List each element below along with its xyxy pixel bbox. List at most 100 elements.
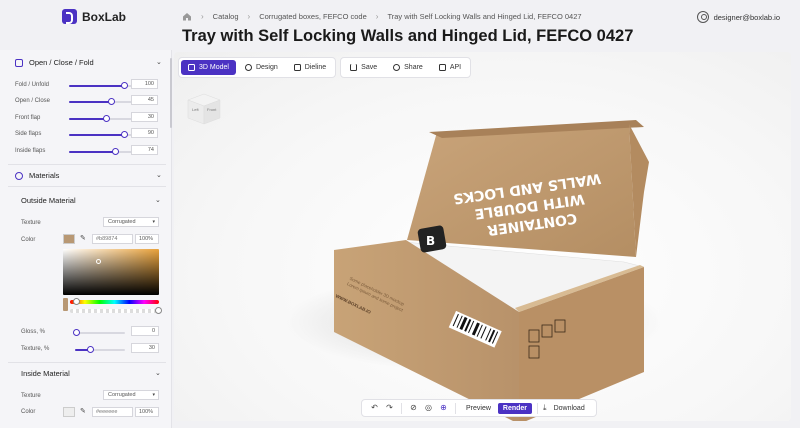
slider-thumb[interactable] bbox=[87, 346, 94, 353]
slider-front-flap: Front flap 30 bbox=[15, 112, 165, 124]
slider-value[interactable]: 30 bbox=[131, 343, 159, 353]
color-picker-handle[interactable] bbox=[96, 259, 101, 264]
outside-texture-select[interactable]: Corrugated ▾ bbox=[103, 217, 159, 227]
inside-color-label: Color bbox=[21, 409, 36, 415]
outside-color-opacity-input[interactable]: 100% bbox=[135, 234, 159, 244]
slider-track[interactable] bbox=[69, 82, 139, 89]
render-toolbar: ↶ ↷ ⊘ ◎ ⊕ Preview Render ⤓ Download bbox=[361, 399, 597, 417]
slider-thumb[interactable] bbox=[112, 148, 119, 155]
select-value: Corrugated bbox=[108, 392, 136, 398]
slider-label: Open / Close bbox=[15, 98, 51, 104]
download-icon[interactable]: ⤓ bbox=[543, 403, 547, 413]
slider-track[interactable] bbox=[75, 346, 125, 353]
slider-thumb[interactable] bbox=[108, 98, 115, 105]
caret-down-icon: ▾ bbox=[152, 219, 155, 225]
3d-viewport[interactable]: 3D Model Design Dieline Save Share API L… bbox=[174, 52, 791, 421]
section-materials-header[interactable]: Materials ⌄ bbox=[15, 171, 162, 180]
cube-icon bbox=[15, 58, 23, 67]
section-fold-title: Open / Close / Fold bbox=[29, 58, 94, 67]
slider-label: Front flap bbox=[15, 115, 41, 121]
sidebar-scrollbar[interactable] bbox=[170, 58, 172, 128]
slider-side-flaps: Side flaps 90 bbox=[15, 128, 165, 140]
chevron-right-icon: › bbox=[247, 12, 251, 21]
chevron-down-icon: ⌄ bbox=[155, 370, 161, 377]
inside-material-header[interactable]: Inside Material ⌄ bbox=[21, 369, 161, 378]
chevron-down-icon: ⌄ bbox=[156, 172, 162, 179]
redo-icon[interactable]: ↷ bbox=[383, 402, 396, 414]
inside-color-hex-input[interactable]: #eeeeee bbox=[92, 407, 133, 417]
separator bbox=[401, 402, 402, 414]
render-button[interactable]: Render bbox=[497, 402, 533, 414]
slider-texture-pct: Texture, % 30 bbox=[21, 343, 171, 355]
breadcrumb-item-catalog[interactable]: Catalog bbox=[213, 12, 239, 21]
slider-thumb[interactable] bbox=[121, 82, 128, 89]
user-icon bbox=[696, 11, 709, 23]
box-logo-mark: B bbox=[426, 234, 435, 248]
breadcrumb-item-current: Tray with Self Locking Walls and Hinged … bbox=[387, 12, 582, 21]
section-fold-header[interactable]: Open / Close / Fold ⌄ bbox=[15, 58, 162, 67]
alpha-slider[interactable] bbox=[70, 307, 162, 314]
slider-thumb[interactable] bbox=[73, 329, 80, 336]
slider-label: Fold / Unfold bbox=[15, 82, 50, 88]
slider-value[interactable]: 30 bbox=[131, 112, 158, 122]
slider-value[interactable]: 45 bbox=[131, 95, 158, 105]
outside-color-hex-input[interactable]: #b89874 bbox=[92, 234, 133, 244]
separator bbox=[537, 402, 539, 414]
slider-label: Side flaps bbox=[15, 131, 42, 137]
slider-label: Gloss, % bbox=[21, 329, 46, 335]
chevron-right-icon: › bbox=[201, 12, 204, 21]
target-icon[interactable]: ◎ bbox=[422, 402, 435, 414]
slider-track[interactable] bbox=[69, 148, 139, 155]
user-email: designer@boxlab.io bbox=[713, 12, 780, 22]
inside-color-opacity-input[interactable]: 100% bbox=[135, 407, 159, 417]
slider-track[interactable] bbox=[69, 98, 139, 105]
user-menu[interactable]: designer@boxlab.io bbox=[696, 11, 780, 23]
slider-value[interactable]: 0 bbox=[131, 326, 159, 336]
outside-texture-label: Texture bbox=[21, 220, 41, 226]
outside-material-header[interactable]: Outside Material ⌄ bbox=[21, 196, 161, 205]
slider-value[interactable]: 74 bbox=[131, 145, 158, 155]
chevron-down-icon: ⌄ bbox=[155, 197, 161, 204]
inside-material-title: Inside Material bbox=[21, 369, 70, 378]
caret-down-icon: ▾ bbox=[152, 392, 155, 398]
download-button[interactable]: Download bbox=[549, 403, 590, 414]
inside-texture-select[interactable]: Corrugated ▾ bbox=[103, 390, 159, 400]
eyedropper-icon[interactable]: ✎ bbox=[80, 407, 86, 415]
slider-open-close: Open / Close 45 bbox=[15, 95, 165, 107]
globe-icon[interactable]: ⊕ bbox=[437, 402, 450, 414]
outside-color-label: Color bbox=[21, 237, 36, 243]
slider-value[interactable]: 100 bbox=[131, 79, 158, 89]
slider-track[interactable] bbox=[69, 115, 139, 122]
logo[interactable]: BoxLab bbox=[62, 9, 126, 24]
slider-value[interactable]: 90 bbox=[131, 128, 158, 138]
home-icon[interactable] bbox=[182, 12, 192, 21]
divider bbox=[8, 362, 166, 363]
inside-color-swatch[interactable] bbox=[63, 407, 75, 417]
page-title: Tray with Self Locking Walls and Hinged … bbox=[182, 27, 634, 45]
inside-texture-label: Texture bbox=[21, 393, 41, 399]
slider-thumb[interactable] bbox=[103, 115, 110, 122]
slider-gloss: Gloss, % 0 bbox=[21, 326, 171, 338]
undo-icon[interactable]: ↶ bbox=[368, 402, 381, 414]
slider-inside-flaps: Inside flaps 74 bbox=[15, 145, 165, 157]
camera-off-icon[interactable]: ⊘ bbox=[407, 402, 420, 414]
color-picker-area[interactable] bbox=[63, 249, 159, 295]
eyedropper-icon[interactable]: ✎ bbox=[80, 234, 86, 242]
preview-button[interactable]: Preview bbox=[461, 403, 496, 414]
chevron-right-icon: › bbox=[375, 12, 379, 21]
palette-icon bbox=[15, 171, 23, 180]
hue-thumb[interactable] bbox=[73, 298, 80, 305]
box-3d-render: CONTAINER WITH DOUBLE WALLS AND LOCKS B … bbox=[284, 120, 664, 421]
app-name: BoxLab bbox=[82, 9, 127, 24]
hue-slider[interactable] bbox=[70, 298, 159, 305]
breadcrumb-item-category[interactable]: Corrugated boxes, FEFCO code bbox=[259, 12, 367, 21]
divider bbox=[8, 186, 166, 187]
slider-fold-unfold: Fold / Unfold 100 bbox=[15, 79, 165, 91]
outside-color-swatch[interactable] bbox=[63, 234, 75, 244]
slider-track[interactable] bbox=[69, 131, 139, 138]
alpha-thumb[interactable] bbox=[155, 307, 162, 314]
breadcrumb: › Catalog › Corrugated boxes, FEFCO code… bbox=[182, 12, 582, 21]
slider-thumb[interactable] bbox=[121, 131, 128, 138]
slider-track[interactable] bbox=[73, 329, 125, 336]
logo-icon bbox=[62, 9, 77, 24]
